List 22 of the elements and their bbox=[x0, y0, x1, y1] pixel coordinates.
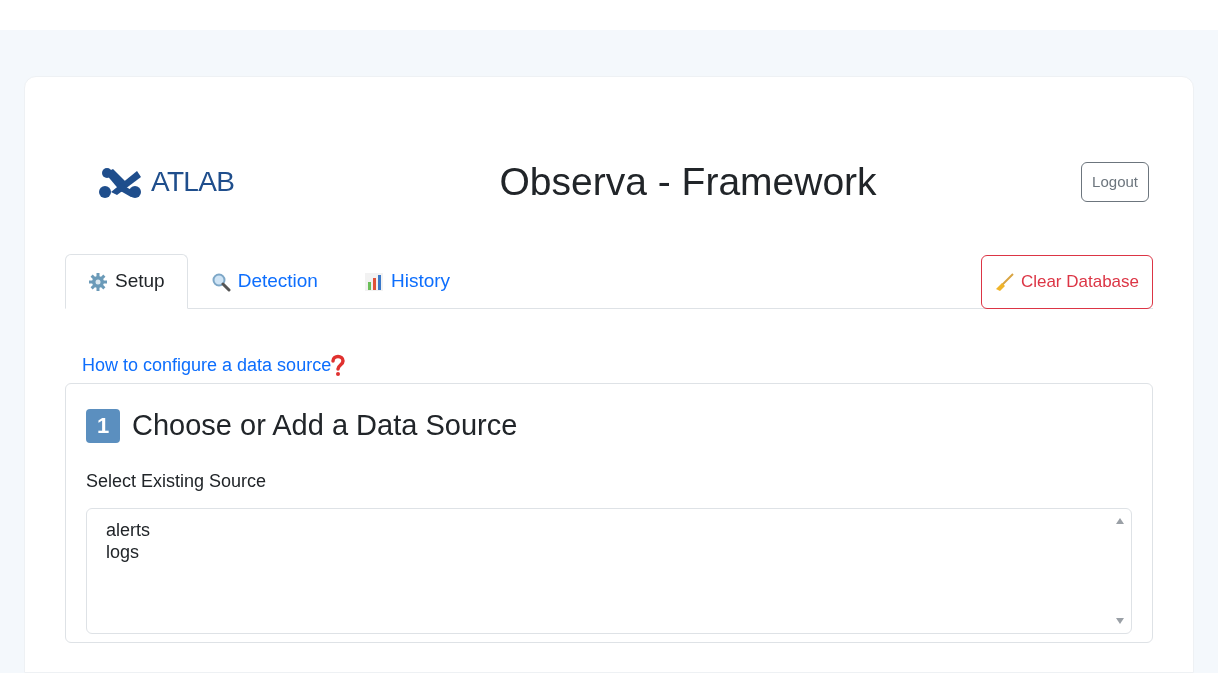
section-heading: Choose or Add a Data Source bbox=[132, 408, 518, 443]
logo-text: ATLAB bbox=[151, 165, 235, 199]
field-label: Select Existing Source bbox=[86, 469, 268, 493]
broom-icon bbox=[994, 272, 1015, 292]
gear-icon bbox=[88, 271, 108, 292]
tab[interactable]: Setup bbox=[65, 254, 188, 309]
app-title: Observa - Framework bbox=[499, 158, 877, 205]
source-listbox[interactable]: alerts logs bbox=[86, 507, 1132, 634]
search-icon bbox=[210, 271, 231, 292]
list-option[interactable]: alerts bbox=[106, 518, 150, 541]
logo-icon bbox=[97, 165, 143, 199]
tab[interactable]: History bbox=[340, 254, 474, 309]
scroll-up-icon[interactable] bbox=[1115, 516, 1125, 525]
scroll-down-icon[interactable] bbox=[1115, 616, 1125, 625]
tab[interactable]: Detection bbox=[187, 254, 341, 309]
list-option[interactable]: logs bbox=[106, 540, 140, 563]
bar-chart-icon bbox=[363, 271, 384, 292]
logout-button[interactable]: Logout bbox=[1081, 161, 1149, 203]
step-number-badge: 1 bbox=[86, 408, 120, 443]
question-icon bbox=[331, 354, 346, 376]
clear-database-button[interactable]: Clear Database bbox=[980, 255, 1153, 309]
help-link[interactable]: How to configure a data source bbox=[82, 351, 332, 379]
